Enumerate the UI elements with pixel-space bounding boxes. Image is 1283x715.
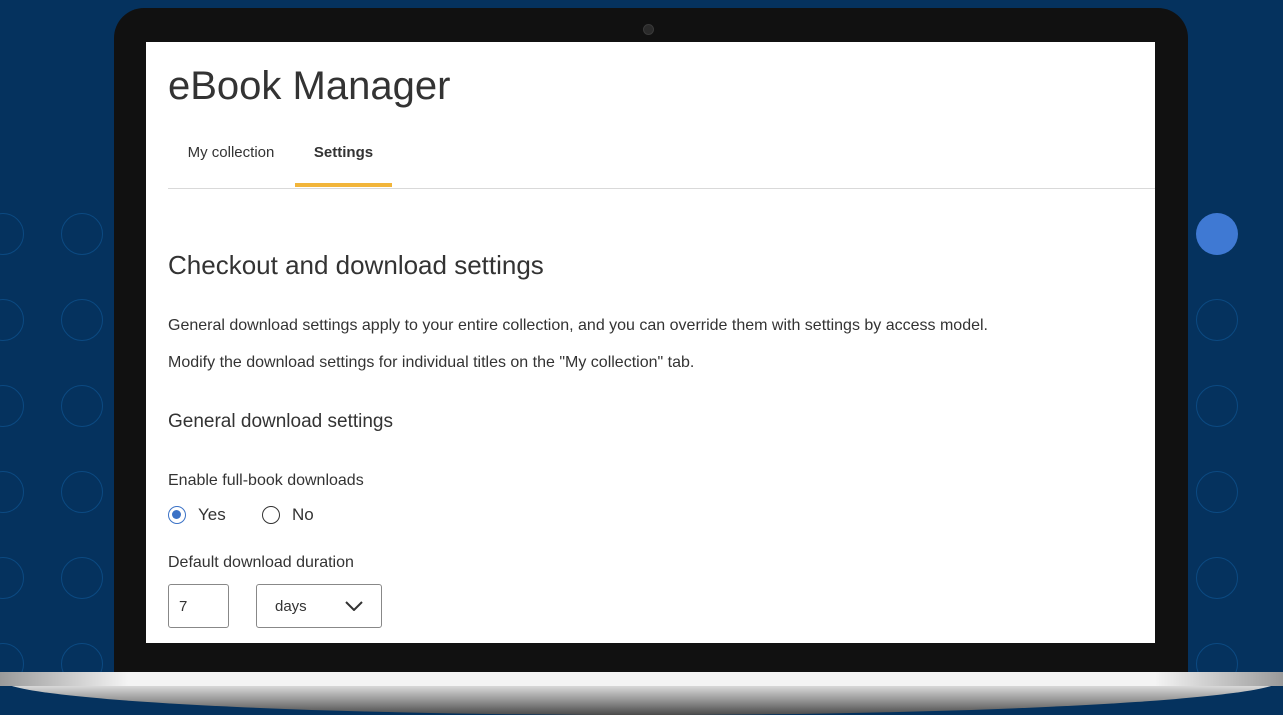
decor-circle bbox=[61, 557, 103, 599]
decor-circle bbox=[61, 385, 103, 427]
webcam-icon bbox=[643, 24, 654, 35]
description-text: Modify the download settings for individ… bbox=[168, 354, 695, 371]
decor-circle bbox=[1196, 557, 1238, 599]
decor-circle bbox=[61, 299, 103, 341]
radio-yes[interactable]: Yes bbox=[168, 504, 226, 526]
duration-unit-select[interactable]: days bbox=[256, 584, 382, 628]
decor-circle bbox=[1196, 385, 1238, 427]
decor-circle bbox=[1196, 471, 1238, 513]
radio-checked-icon[interactable] bbox=[168, 506, 186, 524]
radio-yes-label: Yes bbox=[198, 505, 226, 524]
decor-circle bbox=[0, 557, 24, 599]
laptop-base-edge bbox=[0, 672, 1283, 686]
chevron-down-icon bbox=[345, 601, 363, 611]
tab-settings[interactable]: Settings bbox=[295, 134, 392, 187]
tab-bar: My collection Settings bbox=[168, 134, 1155, 189]
full-book-downloads-label: Enable full-book downloads bbox=[168, 472, 364, 489]
description-text: General download settings apply to your … bbox=[168, 317, 988, 334]
radio-no-label: No bbox=[292, 505, 314, 524]
download-duration-input[interactable] bbox=[168, 584, 229, 628]
decor-circle bbox=[0, 299, 24, 341]
decor-circle bbox=[0, 385, 24, 427]
decor-circle bbox=[61, 213, 103, 255]
subsection-title: General download settings bbox=[168, 411, 393, 432]
download-duration-label: Default download duration bbox=[168, 554, 354, 571]
decor-circle bbox=[61, 471, 103, 513]
app-title: eBook Manager bbox=[168, 64, 451, 108]
decor-circle bbox=[1196, 299, 1238, 341]
decor-circle bbox=[0, 471, 24, 513]
radio-unchecked-icon[interactable] bbox=[262, 506, 280, 524]
section-title: Checkout and download settings bbox=[168, 250, 544, 280]
radio-no[interactable]: No bbox=[262, 504, 314, 526]
tab-my-collection[interactable]: My collection bbox=[168, 134, 294, 187]
app-window: eBook Manager My collection Settings Che… bbox=[146, 42, 1155, 643]
decor-circle bbox=[0, 213, 24, 255]
duration-unit-value: days bbox=[275, 597, 307, 615]
decor-dot bbox=[1196, 213, 1238, 255]
